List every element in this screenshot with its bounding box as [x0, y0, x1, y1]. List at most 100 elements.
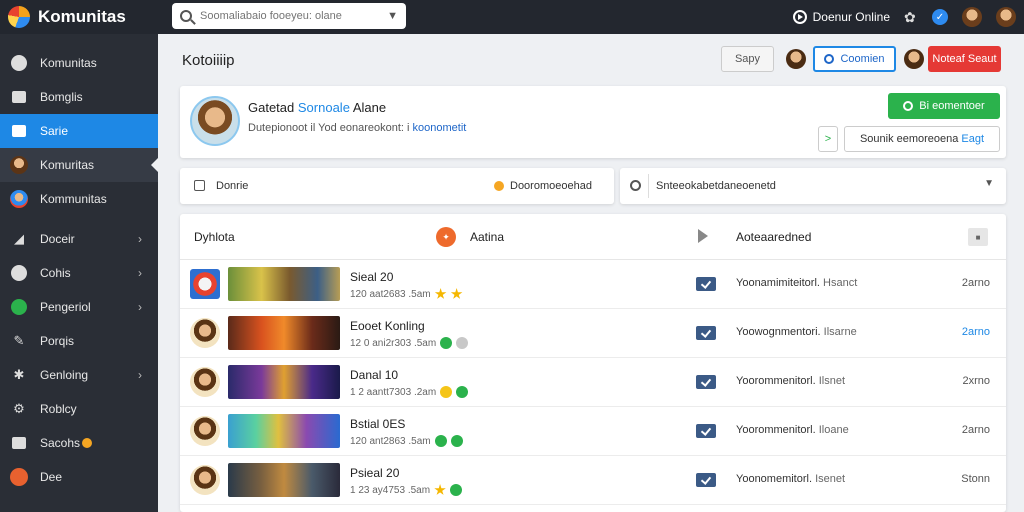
row-description-extra: Isenet — [815, 473, 846, 485]
sidebar-item-pengeriol[interactable]: Pengeriol › — [0, 290, 158, 324]
table-header-col2[interactable]: Aatina — [470, 230, 504, 244]
row-thumbnail[interactable] — [228, 316, 340, 350]
sidebar-item-porqis[interactable]: ✎ Porqis — [0, 324, 158, 358]
sidebar-item-cohis[interactable]: Cohis › — [0, 256, 158, 290]
status-check-icon — [450, 435, 463, 447]
table-row[interactable]: Danal 10 1 2 aantt7303 .2am Yoorommenitorl… — [180, 359, 1006, 407]
row-description: Yoonamimiteitorl. Hsanct — [736, 277, 857, 289]
sidebar-item-dee[interactable]: Dee — [0, 460, 158, 494]
sidebar-item-roblcy[interactable]: ⚙ Roblcy — [0, 392, 158, 426]
brand-logo-icon — [8, 6, 30, 28]
verified-icon[interactable]: ✓ — [932, 9, 948, 25]
online-status[interactable]: Doenur Online — [792, 10, 890, 24]
sidebar-item-bomglis[interactable]: Bomglis — [0, 80, 158, 114]
sidebar-item-label: Porqis — [40, 334, 75, 348]
row-description-extra: Ilsarne — [823, 326, 857, 338]
profile-avatar[interactable] — [190, 96, 240, 146]
sidebar-item-label: Pengeriol — [40, 300, 91, 314]
top-right-tools: Doenur Online ✿ ✓ — [792, 0, 1016, 34]
profile-name-first: Gatetad — [248, 100, 295, 115]
row-title[interactable]: Psieal 20 — [350, 466, 399, 480]
filter-label: Donrie — [216, 180, 249, 192]
row-thumbnail[interactable] — [228, 267, 340, 301]
chevron-right-icon: › — [138, 266, 142, 280]
row-meta: 120 ant2863 .5am — [350, 435, 463, 447]
row-description: Yoorommenitorl. Iloane — [736, 424, 849, 436]
profile-name-highlight[interactable]: Sornoale — [298, 100, 350, 115]
ring-icon — [903, 101, 914, 111]
row-title[interactable]: Sieal 20 — [350, 270, 393, 284]
row-checkbox[interactable] — [696, 375, 716, 389]
divider — [648, 174, 649, 198]
filter-bar: Donrie Dooromoeoehad — [180, 168, 614, 204]
star-icon: ✱ — [13, 367, 25, 382]
sidebar-item-doceir[interactable]: ◢ Doceir › — [0, 222, 158, 256]
main-content: Kotoiiiip Sapy Coomien Noteaf Seaut Gate… — [158, 34, 1024, 512]
outline-button-label: Coomien — [840, 53, 885, 65]
sidebar-item-label: Roblcy — [40, 402, 77, 416]
user-avatar-secondary[interactable] — [996, 7, 1016, 27]
row-checkbox[interactable] — [696, 424, 716, 438]
row-count[interactable]: 2arno — [962, 326, 990, 338]
outline-button[interactable]: Coomien — [813, 46, 896, 72]
app-name: Komunitas — [38, 7, 126, 26]
row-thumbnail[interactable] — [228, 414, 340, 448]
status-star-icon — [434, 484, 446, 495]
table-header-col3[interactable]: Aoteaaredned — [736, 230, 811, 244]
save-button[interactable]: Sapy — [721, 46, 774, 72]
search-bar[interactable]: ▼ — [172, 3, 406, 29]
chevron-right-icon: › — [138, 300, 142, 314]
filter-checkbox[interactable] — [194, 180, 205, 191]
row-avatar[interactable] — [190, 269, 220, 299]
filter-search[interactable]: Snteeokabetdaneoenetd ▼ — [620, 168, 1006, 204]
sidebar-item-kommunitas[interactable]: Kommunitas — [0, 182, 158, 216]
row-checkbox[interactable] — [696, 473, 716, 487]
row-title[interactable]: Danal 10 — [350, 368, 398, 382]
table-row[interactable]: Psieal 20 1 23 ay4753 .5am Yoonomemitorl. … — [180, 457, 1006, 505]
table-header-col1[interactable]: Dyhlota — [194, 230, 235, 244]
sidebar-item-sarie[interactable]: Sarie — [0, 114, 158, 148]
row-meta-text: 12 0 ani2r303 .5am — [350, 337, 437, 349]
sidebar-item-genloing[interactable]: ✱ Genloing › — [0, 358, 158, 392]
row-thumbnail[interactable] — [228, 463, 340, 497]
secondary-button[interactable]: Sounik eemoreoena Eagt — [844, 126, 1000, 152]
row-title[interactable]: Eooet Konling — [350, 319, 425, 333]
table-row[interactable]: Eooet Konling 12 0 ani2r303 .5am Yoowognme… — [180, 310, 1006, 358]
brand[interactable]: Komunitas — [0, 6, 160, 28]
row-meta: 1 2 aantt7303 .2am — [350, 386, 469, 398]
row-title[interactable]: Bstial 0ES — [350, 417, 405, 431]
row-avatar[interactable] — [190, 318, 220, 348]
sidebar-item-komunitas[interactable]: Komunitas — [0, 46, 158, 80]
gear-icon[interactable]: ✿ — [904, 10, 918, 24]
data-table: Dyhlota ✦ Aatina Aoteaaredned ■ Sieal 20… — [180, 214, 1006, 512]
row-description-text: Yoorommenitorl. — [736, 424, 816, 436]
red-action-button[interactable]: Noteaf Seaut — [928, 46, 1001, 72]
green-action-button[interactable]: Bi eomentoer — [888, 93, 1000, 119]
row-thumbnail[interactable] — [228, 365, 340, 399]
row-avatar[interactable] — [190, 465, 220, 495]
table-row[interactable]: Sieal 20 120 aat2683 .5am Yoonamimiteitorl… — [180, 261, 1006, 309]
sidebar-item-sacohs[interactable]: Sacohs — [0, 426, 158, 460]
table-row[interactable]: Bstial 0ES 120 ant2863 .5am Yoorommenitorl… — [180, 408, 1006, 456]
filter-middle-label[interactable]: Dooromoeoehad — [510, 180, 592, 192]
avatar-icon — [10, 190, 28, 208]
row-checkbox[interactable] — [696, 326, 716, 340]
user-avatar[interactable] — [962, 7, 982, 27]
row-description-text: Yoonamimiteitorl. — [736, 277, 820, 289]
chevron-down-icon[interactable]: ▼ — [387, 10, 398, 22]
row-avatar[interactable] — [190, 367, 220, 397]
arrow-button[interactable]: > — [818, 126, 838, 152]
header-avatar-secondary[interactable] — [904, 49, 924, 69]
profile-subtitle-link[interactable]: koonometit — [413, 122, 467, 134]
row-avatar[interactable] — [190, 416, 220, 446]
chevron-down-icon[interactable]: ▼ — [984, 178, 994, 189]
header-avatar[interactable] — [786, 49, 806, 69]
row-checkbox[interactable] — [696, 277, 716, 291]
play-icon — [792, 10, 807, 24]
sidebar-item-komuritas[interactable]: Komuritas — [0, 148, 159, 182]
sidebar: Komunitas Bomglis Sarie Komuritas Kommun… — [0, 34, 159, 512]
search-input[interactable] — [200, 10, 388, 22]
orange-dot-icon — [494, 181, 504, 191]
sort-icon[interactable]: ■ — [968, 228, 988, 246]
row-description: Yoorommenitorl. Ilsnet — [736, 375, 845, 387]
